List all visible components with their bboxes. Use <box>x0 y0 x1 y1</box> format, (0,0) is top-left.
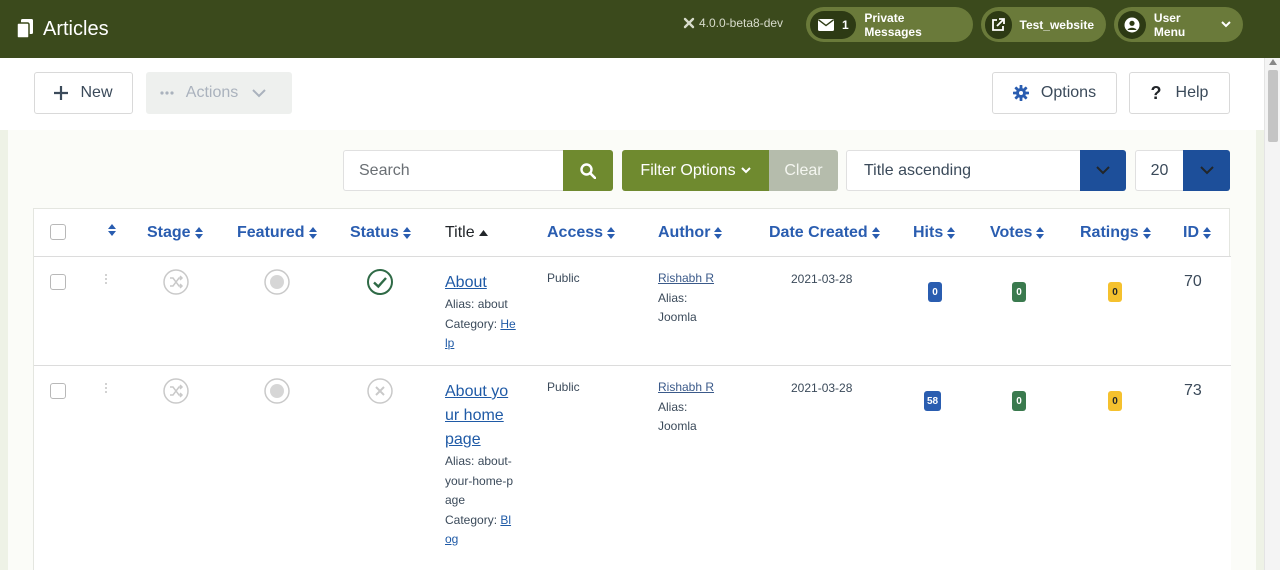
page-title: Articles <box>43 17 109 40</box>
user-menu-label: User Menu <box>1153 10 1186 39</box>
search-input[interactable] <box>343 150 563 191</box>
author-link[interactable]: Rishabh R <box>658 380 714 394</box>
row-checkbox[interactable] <box>50 274 66 290</box>
article-category: Category: Help <box>445 316 516 351</box>
joomla-icon <box>683 17 695 29</box>
sort-icon <box>308 227 317 239</box>
column-ratings[interactable]: Ratings <box>1080 224 1151 242</box>
drag-handle-icon[interactable] <box>105 383 107 395</box>
unpublished-x-icon[interactable] <box>367 378 393 404</box>
date-created: 2021-03-28 <box>791 272 853 286</box>
ratings-badge: 0 <box>1108 391 1122 411</box>
private-messages-label: Private Messages <box>864 10 922 39</box>
hits-badge: 0 <box>928 282 942 302</box>
version-text: 4.0.0-beta8-dev <box>699 16 784 30</box>
sort-icon <box>871 227 880 239</box>
row-checkbox[interactable] <box>50 383 66 399</box>
envelope-icon <box>818 18 834 31</box>
access-level: Public <box>547 271 580 285</box>
sort-icon <box>607 227 616 239</box>
user-menu-button[interactable]: User Menu <box>1114 7 1243 42</box>
article-title-link[interactable]: About your home page <box>445 380 515 452</box>
article-id: 73 <box>1184 382 1202 399</box>
sort-icon <box>108 224 116 236</box>
author-link[interactable]: Rishabh R <box>658 271 714 285</box>
article-id: 70 <box>1184 273 1202 290</box>
filters-and-table: Filter Options Clear Title ascending 20 … <box>0 58 1264 570</box>
sort-select[interactable]: Title ascending <box>846 150 1080 191</box>
stage-shuffle-icon[interactable] <box>163 269 189 295</box>
chevron-down-icon <box>1199 166 1214 175</box>
column-author[interactable]: Author <box>658 224 723 242</box>
published-check-icon[interactable] <box>367 269 393 295</box>
column-status[interactable]: Status <box>350 224 411 242</box>
date-created: 2021-03-28 <box>791 381 853 395</box>
sort-icon <box>1036 227 1045 239</box>
column-title[interactable]: Title <box>445 224 488 242</box>
featured-toggle-icon[interactable] <box>264 378 290 404</box>
list-limit-select[interactable]: 20 <box>1135 150 1183 191</box>
author-alias: Joomla <box>658 310 697 324</box>
article-category: Category: Blog <box>445 512 512 547</box>
featured-toggle-icon[interactable] <box>264 269 290 295</box>
author-alias-label: Alias: <box>658 399 688 414</box>
limit-dropdown-toggle[interactable] <box>1183 150 1230 191</box>
table-header: Stage Featured Status Title Access Autho… <box>34 209 1231 257</box>
user-icon <box>1124 17 1140 32</box>
stage-shuffle-icon[interactable] <box>163 378 189 404</box>
chevron-down-icon <box>740 167 751 174</box>
sort-icon <box>402 227 411 239</box>
messages-count-badge: 1 <box>810 10 857 39</box>
articles-icon <box>16 19 33 39</box>
sort-asc-icon <box>478 230 488 236</box>
table-row: About Alias: about Category: Help Public… <box>34 257 1231 366</box>
column-hits[interactable]: Hits <box>913 224 956 242</box>
scroll-up-arrow-icon[interactable] <box>1269 59 1277 65</box>
sort-icon <box>714 227 723 239</box>
ordering-column-sort[interactable] <box>104 224 116 236</box>
column-id[interactable]: ID <box>1183 224 1211 242</box>
article-alias: Alias: about <box>445 297 508 311</box>
votes-badge: 0 <box>1012 282 1026 302</box>
author-alias: Joomla <box>658 419 697 433</box>
chevron-down-icon <box>1221 21 1231 28</box>
author-alias-label: Alias: <box>658 290 688 305</box>
column-stage[interactable]: Stage <box>147 224 203 242</box>
filter-options-label: Filter Options <box>640 161 736 179</box>
chevron-down-icon <box>1096 166 1110 175</box>
column-votes[interactable]: Votes <box>990 224 1045 242</box>
table-row: About your home page Alias: about-your-h… <box>34 366 1231 570</box>
ratings-badge: 0 <box>1108 282 1122 302</box>
drag-handle-icon[interactable] <box>105 274 107 286</box>
sort-icon <box>194 227 203 239</box>
sort-icon <box>1142 227 1151 239</box>
site-label: Test_website <box>1019 17 1094 32</box>
sort-icon <box>1203 227 1211 239</box>
article-title-link[interactable]: About <box>445 271 515 295</box>
votes-badge: 0 <box>1012 391 1026 411</box>
search-icon <box>580 162 596 179</box>
articles-table: Stage Featured Status Title Access Autho… <box>33 208 1231 570</box>
external-link-icon <box>992 17 1006 31</box>
column-featured[interactable]: Featured <box>237 224 317 242</box>
hits-badge: 58 <box>924 391 942 411</box>
version-label: 4.0.0-beta8-dev <box>683 16 783 30</box>
select-all-checkbox[interactable] <box>50 224 66 240</box>
filter-options-button[interactable]: Filter Options <box>622 150 769 191</box>
brand: Articles <box>16 18 109 41</box>
private-messages-button[interactable]: 1 Private Messages <box>806 7 973 42</box>
access-level: Public <box>547 380 580 394</box>
column-date-created[interactable]: Date Created <box>769 224 880 242</box>
sort-dropdown-toggle[interactable] <box>1080 150 1126 191</box>
column-access[interactable]: Access <box>547 224 616 242</box>
sort-icon <box>947 227 956 239</box>
scroll-thumb[interactable] <box>1268 70 1278 142</box>
vertical-scrollbar[interactable] <box>1264 58 1280 570</box>
search-button[interactable] <box>563 150 613 191</box>
site-link-button[interactable]: Test_website <box>981 7 1106 42</box>
clear-button[interactable]: Clear <box>769 150 838 191</box>
app-header: Articles 4.0.0-beta8-dev 1 Private Messa… <box>0 0 1280 58</box>
messages-count: 1 <box>842 17 849 32</box>
article-alias: Alias: about-your-home-page <box>445 454 514 507</box>
